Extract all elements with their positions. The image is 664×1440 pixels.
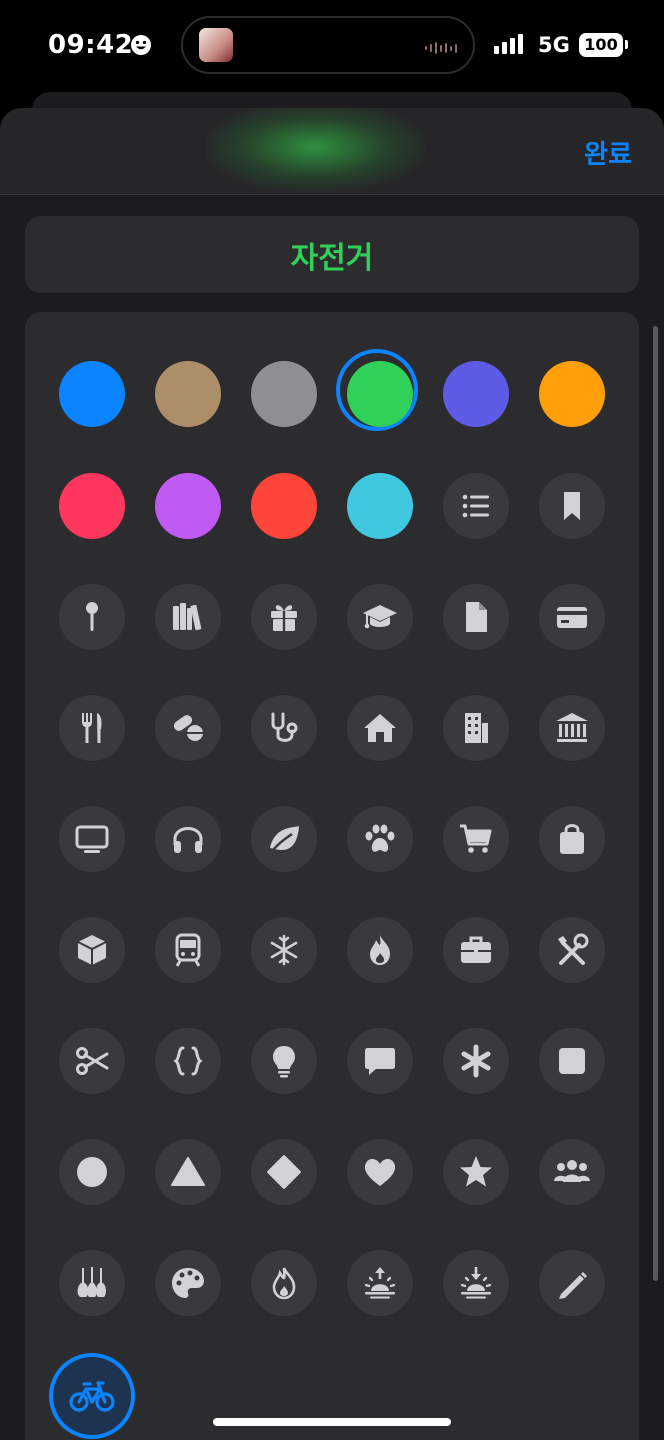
credit-card-icon[interactable] [539,584,605,650]
bag-icon[interactable] [539,806,605,872]
list-icon[interactable] [443,473,509,539]
status-bar: 09:42 5G 100 [0,0,664,92]
lightbulb-icon[interactable] [251,1028,317,1094]
list-name-text: 자전거 [290,240,374,276]
people-icon[interactable] [539,1139,605,1205]
color-swatch-green[interactable] [347,361,413,427]
circle-icon[interactable] [59,1139,125,1205]
graduation-cap-icon[interactable] [347,584,413,650]
home-indicator[interactable] [213,1418,451,1426]
leaf-icon[interactable] [251,806,317,872]
scrollbar[interactable] [653,326,658,1281]
now-playing-artwork [199,28,233,62]
flame-icon[interactable] [347,917,413,983]
triangle-icon[interactable] [155,1139,221,1205]
bookmark-icon[interactable] [539,473,605,539]
braces-icon[interactable] [155,1028,221,1094]
books-icon[interactable] [155,584,221,650]
audio-waveform-icon [425,42,457,54]
tv-icon[interactable] [59,806,125,872]
heart-icon[interactable] [347,1139,413,1205]
gift-icon[interactable] [251,584,317,650]
box-icon[interactable] [59,917,125,983]
guitars-icon[interactable] [59,1250,125,1316]
icon-color-sheet: 완료 자전거 [0,108,664,1440]
color-swatch-gray[interactable] [251,361,317,427]
speech-bubble-icon[interactable] [347,1028,413,1094]
house-icon[interactable] [347,695,413,761]
bicycle-icon[interactable] [49,1353,135,1439]
status-time: 09:42 [48,30,134,60]
bank-icon[interactable] [539,695,605,761]
star-icon[interactable] [443,1139,509,1205]
snowflake-icon[interactable] [251,917,317,983]
picker-grid [25,312,639,1440]
battery-icon: 100 [579,33,623,57]
pencil-icon[interactable] [539,1250,605,1316]
cart-icon[interactable] [443,806,509,872]
selected-color-glow [205,108,425,192]
headphones-icon[interactable] [155,806,221,872]
color-swatch-blue[interactable] [59,361,125,427]
sunrise-icon[interactable] [347,1250,413,1316]
dynamic-island[interactable] [181,16,475,74]
color-swatch-red[interactable] [251,473,317,539]
done-button[interactable]: 완료 [584,134,632,171]
color-swatch-purple[interactable] [155,473,221,539]
pin-icon[interactable] [59,584,125,650]
paw-icon[interactable] [347,806,413,872]
color-swatch-brown[interactable] [155,361,221,427]
fork-knife-icon[interactable] [59,695,125,761]
sunset-icon[interactable] [443,1250,509,1316]
sheet-header: 완료 [0,108,664,195]
color-swatch-pink[interactable] [59,473,125,539]
diamond-icon[interactable] [251,1139,317,1205]
pills-icon[interactable] [155,695,221,761]
square-icon[interactable] [539,1028,605,1094]
network-type: 5G [538,33,570,57]
palette-icon[interactable] [155,1250,221,1316]
building-icon[interactable] [443,695,509,761]
tools-icon[interactable] [539,917,605,983]
asterisk-icon[interactable] [443,1028,509,1094]
document-icon[interactable] [443,584,509,650]
cellular-signal-icon [494,34,523,54]
flame-outline-icon[interactable] [251,1250,317,1316]
briefcase-icon[interactable] [443,917,509,983]
smiley-icon [131,35,151,55]
battery-nub [625,40,628,49]
color-swatch-teal[interactable] [347,473,413,539]
color-swatch-orange[interactable] [539,361,605,427]
color-swatch-indigo[interactable] [443,361,509,427]
scissors-icon[interactable] [59,1028,125,1094]
list-name-field[interactable]: 자전거 [25,216,639,293]
stethoscope-icon[interactable] [251,695,317,761]
train-icon[interactable] [155,917,221,983]
